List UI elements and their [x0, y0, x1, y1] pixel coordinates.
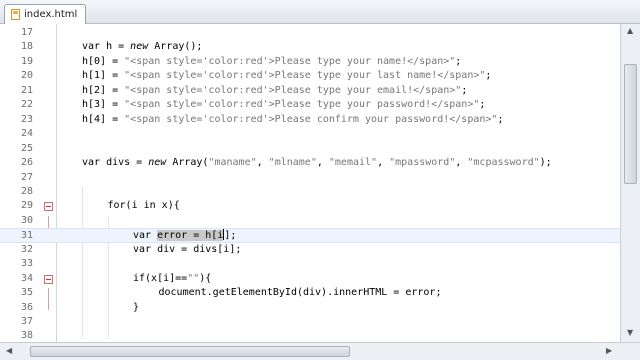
code-text: for(i in x){ — [107, 200, 180, 212]
code-line-current[interactable]: 31 var error = h[i]; — [0, 228, 620, 243]
line-number: 35 — [20, 287, 33, 299]
horizontal-scrollbar[interactable]: ◀ ▶ — [0, 342, 640, 360]
code-line[interactable]: 29 for(i in x){ — [0, 199, 620, 214]
line-number: 33 — [20, 258, 33, 270]
code-editor[interactable]: 17 18 var h = new Array(); 19 h[0] = "<span … — [0, 24, 620, 342]
line-number: 38 — [20, 330, 33, 342]
code-line[interactable]: 20 h[1] = "<span style='color:red'>Please… — [0, 69, 620, 84]
code-text: var divs = new Array("maname", "mlname",… — [82, 157, 552, 169]
code-text: h[4] = "<span style='color:red'>Please c… — [82, 113, 504, 125]
code-line[interactable]: 18 var h = new Array(); — [0, 40, 620, 55]
code-line[interactable]: 23 h[4] = "<span style='color:red'>Please… — [0, 113, 620, 128]
html-file-icon — [11, 9, 20, 20]
line-number: 17 — [20, 27, 33, 38]
line-number: 29 — [20, 200, 33, 212]
line-number: 26 — [20, 157, 33, 169]
code-text: } — [133, 301, 140, 313]
code-text: h[3] = "<span style='color:red'>Please t… — [82, 99, 486, 111]
code-line[interactable]: 36} — [0, 301, 620, 316]
line-number: 19 — [20, 55, 33, 67]
line-number: 32 — [20, 243, 33, 255]
code-line[interactable]: 25 — [0, 142, 620, 157]
line-number: 18 — [20, 41, 33, 53]
line-number: 21 — [20, 84, 33, 96]
code-line[interactable]: 30 — [0, 214, 620, 229]
code-text: h[2] = "<span style='color:red'>Please t… — [82, 84, 468, 96]
code-line[interactable]: 19 h[0] = "<span style='color:red'>Please… — [0, 55, 620, 70]
code-line[interactable]: 37 — [0, 315, 620, 330]
line-number: 30 — [20, 214, 33, 226]
scroll-right-arrow-icon[interactable]: ▶ — [606, 346, 612, 355]
line-number: 37 — [20, 316, 33, 327]
fold-toggle-icon[interactable] — [44, 202, 53, 212]
scroll-down-arrow-icon[interactable]: ▼ — [627, 328, 633, 337]
code-line[interactable]: 35 document.getElementById(div).innerHTML… — [0, 286, 620, 301]
code-text: var h = new Array(); — [82, 41, 203, 53]
tab-bar: index.html — [0, 0, 640, 24]
line-number: 20 — [20, 70, 33, 82]
code-line[interactable]: 27 — [0, 171, 620, 186]
scroll-up-arrow-icon[interactable]: ▲ — [627, 26, 633, 35]
line-number: 31 — [20, 230, 33, 242]
code-text: var div = divs[i]; — [133, 243, 242, 255]
code-line[interactable]: 22 h[3] = "<span style='color:red'>Please… — [0, 98, 620, 113]
code-text: h[1] = "<span style='color:red'>Please t… — [82, 70, 492, 82]
code-line[interactable]: 21 h[2] = "<span style='color:red'>Please… — [0, 84, 620, 99]
line-number: 25 — [20, 142, 33, 154]
vertical-scroll-thumb[interactable] — [624, 64, 637, 184]
line-number: 34 — [20, 272, 33, 284]
line-number: 27 — [20, 171, 33, 183]
tab-index-html[interactable]: index.html — [4, 4, 87, 24]
horizontal-scroll-thumb[interactable] — [30, 346, 350, 357]
text-caret — [223, 229, 225, 241]
code-text: h[0] = "<span style='color:red'>Please t… — [82, 55, 462, 67]
code-line[interactable]: 33 — [0, 257, 620, 272]
tab-label: index.html — [24, 9, 78, 20]
line-number: 28 — [20, 185, 33, 197]
code-line[interactable]: 34 if(x[i]==""){ — [0, 272, 620, 287]
code-line[interactable]: 38 — [0, 329, 620, 342]
line-number: 22 — [20, 99, 33, 111]
line-number: 24 — [20, 128, 33, 140]
line-number: 23 — [20, 113, 33, 125]
code-text: document.getElementById(div).innerHTML =… — [158, 287, 442, 299]
code-text: var error = h[i]; — [133, 229, 237, 242]
vertical-scrollbar[interactable]: ▲ ▼ — [620, 24, 640, 342]
code-line[interactable]: 24 — [0, 127, 620, 142]
code-text: if(x[i]==""){ — [133, 272, 212, 284]
code-line[interactable]: 17 — [0, 26, 620, 41]
fold-toggle-icon[interactable] — [44, 274, 53, 284]
code-line[interactable]: 32 var div = divs[i]; — [0, 243, 620, 258]
code-line[interactable]: 28 — [0, 185, 620, 200]
line-number: 36 — [20, 301, 33, 313]
scroll-left-arrow-icon[interactable]: ◀ — [6, 346, 12, 355]
code-line[interactable]: 26 var divs = new Array("maname", "mlname… — [0, 156, 620, 171]
